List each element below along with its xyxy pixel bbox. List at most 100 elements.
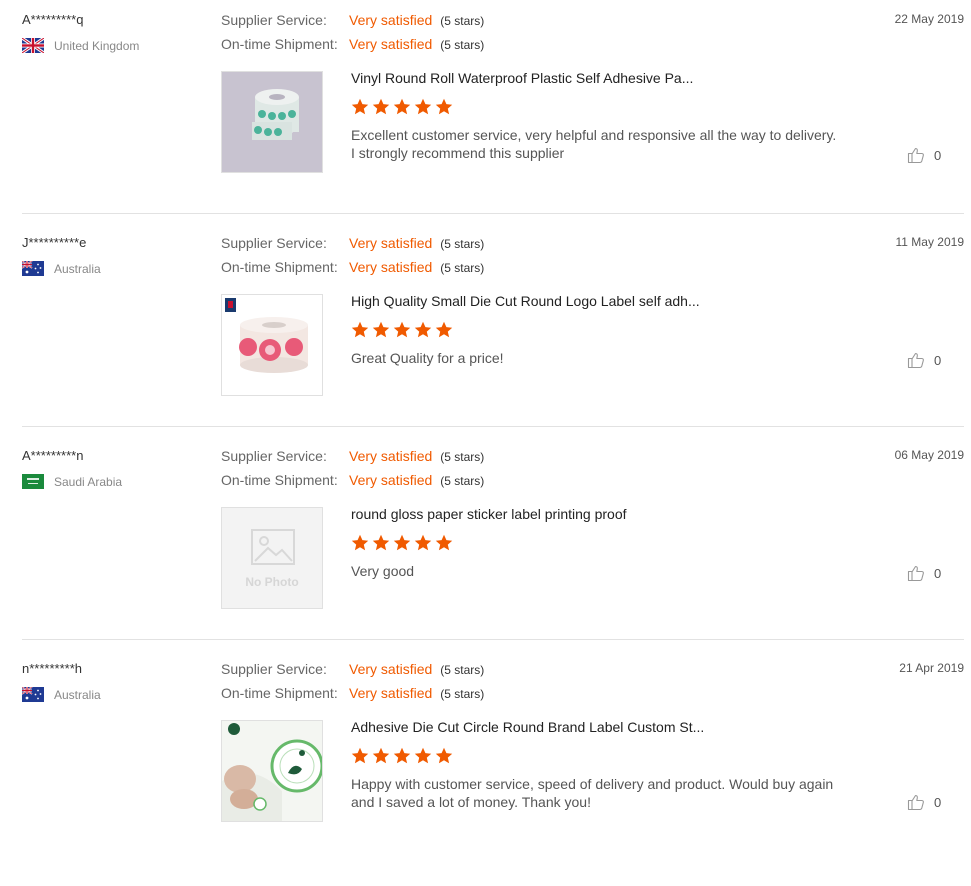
- star-icon: [414, 534, 432, 551]
- star-icon: [414, 747, 432, 764]
- rating-label: Supplier Service:: [221, 235, 327, 251]
- comment-line: and I saved a lot of money. Thank you!: [351, 794, 591, 810]
- rating-value: Very satisfied: [349, 259, 433, 275]
- rating-label: On-time Shipment:: [221, 36, 338, 52]
- like-count: 0: [934, 794, 942, 810]
- product-image-placeholder: No Photo: [221, 507, 323, 609]
- star-icon: [351, 747, 369, 764]
- star-icon: [435, 321, 453, 338]
- review-item: J**********e Australia 11 May 2019 Suppl…: [22, 235, 964, 427]
- rating-value: Very satisfied: [349, 12, 433, 28]
- comment-line: Great Quality for a price!: [351, 350, 504, 366]
- review-date: 11 May 2019: [895, 235, 965, 249]
- like-button[interactable]: 0: [907, 146, 941, 164]
- rating-label: On-time Shipment:: [221, 685, 338, 701]
- thumbs-up-icon: [907, 147, 924, 164]
- thumbs-up-icon: [907, 352, 924, 369]
- product-star-rating: [351, 98, 453, 116]
- uk-flag-icon: [22, 38, 44, 53]
- review-date: 21 Apr 2019: [899, 661, 964, 675]
- review-item: n*********h Australia 21 Apr 2019 Suppli…: [22, 661, 964, 841]
- buyer-country: Saudi Arabia: [22, 474, 122, 489]
- label-roll-image: [222, 72, 322, 172]
- review-date: 22 May 2019: [894, 12, 964, 26]
- shipment-rating: On-time Shipment: Very satisfied (5 star…: [221, 685, 484, 701]
- supplier-service-rating: Supplier Service: Very satisfied (5 star…: [221, 448, 484, 464]
- product-title-link[interactable]: Adhesive Die Cut Circle Round Brand Labe…: [351, 719, 704, 735]
- star-icon: [435, 534, 453, 551]
- product-image[interactable]: [221, 720, 323, 822]
- review-date: 06 May 2019: [894, 448, 964, 462]
- supplier-service-rating: Supplier Service: Very satisfied (5 star…: [221, 661, 484, 677]
- rating-stars-text: (5 stars): [440, 261, 485, 275]
- rating-value: Very satisfied: [349, 448, 433, 464]
- shipment-rating: On-time Shipment: Very satisfied (5 star…: [221, 472, 484, 488]
- rating-label: Supplier Service:: [221, 448, 327, 464]
- like-button[interactable]: 0: [907, 793, 941, 811]
- review-item: A*********n Saudi Arabia 06 May 2019 Sup…: [22, 448, 964, 640]
- star-icon: [393, 534, 411, 551]
- rating-value: Very satisfied: [349, 661, 433, 677]
- like-button[interactable]: 0: [907, 351, 941, 369]
- rating-label: Supplier Service:: [221, 12, 327, 28]
- supplier-service-rating: Supplier Service: Very satisfied (5 star…: [221, 235, 484, 251]
- rating-stars-text: (5 stars): [440, 687, 485, 701]
- star-icon: [414, 321, 432, 338]
- rating-value: Very satisfied: [349, 472, 433, 488]
- thumbs-up-icon: [907, 794, 924, 811]
- country-name: Australia: [54, 687, 101, 702]
- star-icon: [372, 534, 390, 551]
- rating-stars-text: (5 stars): [440, 237, 485, 251]
- buyer-country: Australia: [22, 261, 101, 276]
- product-title-link[interactable]: round gloss paper sticker label printing…: [351, 506, 627, 522]
- australia-flag-icon: [22, 687, 44, 702]
- product-image[interactable]: [221, 71, 323, 173]
- rating-stars-text: (5 stars): [440, 450, 485, 464]
- supplier-service-rating: Supplier Service: Very satisfied (5 star…: [221, 12, 484, 28]
- like-count: 0: [934, 565, 942, 581]
- rating-stars-text: (5 stars): [440, 14, 485, 28]
- product-image[interactable]: [221, 294, 323, 396]
- star-icon: [414, 98, 432, 115]
- buyer-name: J**********e: [22, 235, 87, 250]
- product-title-link[interactable]: Vinyl Round Roll Waterproof Plastic Self…: [351, 70, 693, 86]
- shipment-rating: On-time Shipment: Very satisfied (5 star…: [221, 36, 484, 52]
- product-star-rating: [351, 321, 453, 339]
- rating-stars-text: (5 stars): [440, 38, 485, 52]
- label-roll-image: [222, 295, 322, 395]
- star-icon: [393, 98, 411, 115]
- review-comment: Very good: [351, 562, 861, 580]
- comment-line: Very good: [351, 563, 415, 579]
- star-icon: [351, 534, 369, 551]
- review-comment: Great Quality for a price!: [351, 349, 861, 367]
- review-comment: Excellent customer service, very helpful…: [351, 126, 861, 162]
- product-star-rating: [351, 534, 453, 552]
- buyer-name: A*********n: [22, 448, 84, 463]
- rating-stars-text: (5 stars): [440, 474, 485, 488]
- rating-value: Very satisfied: [349, 36, 433, 52]
- buyer-name: A*********q: [22, 12, 84, 27]
- star-icon: [393, 747, 411, 764]
- review-comment: Happy with customer service, speed of de…: [351, 775, 861, 811]
- star-icon: [435, 98, 453, 115]
- like-button[interactable]: 0: [907, 564, 941, 582]
- like-count: 0: [934, 352, 942, 368]
- rating-label: On-time Shipment:: [221, 472, 338, 488]
- country-name: United Kingdom: [54, 38, 140, 53]
- comment-line: I strongly recommend this supplier: [351, 145, 565, 161]
- star-icon: [372, 321, 390, 338]
- australia-flag-icon: [22, 261, 44, 276]
- thumbs-up-icon: [907, 565, 924, 582]
- brand-label-image: [222, 721, 322, 821]
- country-name: Australia: [54, 261, 101, 276]
- star-icon: [372, 747, 390, 764]
- buyer-name: n*********h: [22, 661, 82, 676]
- no-photo-icon: [251, 529, 295, 565]
- saudi-arabia-flag-icon: [22, 474, 44, 489]
- country-name: Saudi Arabia: [54, 474, 123, 489]
- product-title-link[interactable]: High Quality Small Die Cut Round Logo La…: [351, 293, 700, 309]
- buyer-country: United Kingdom: [22, 38, 139, 53]
- star-icon: [393, 321, 411, 338]
- shipment-rating: On-time Shipment: Very satisfied (5 star…: [221, 259, 484, 275]
- product-star-rating: [351, 747, 453, 765]
